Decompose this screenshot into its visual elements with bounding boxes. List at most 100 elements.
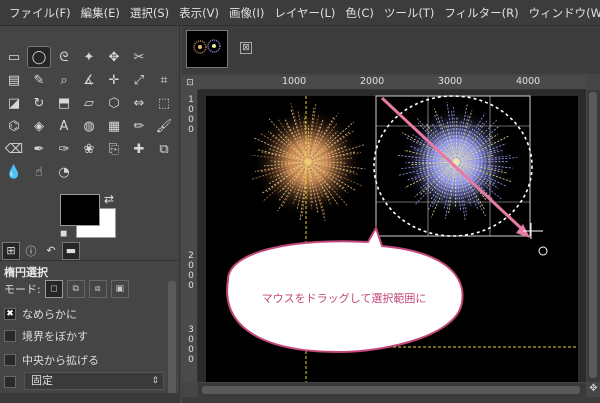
menu-item[interactable]: 色(C) [340,0,379,25]
heal-icon[interactable]: ✚ [127,138,151,160]
ellipse-select-icon[interactable]: ◯ [27,46,51,68]
tool-grid: ▭ ◯ ᘓ ✦ ✥ ✂ ▤ ✎ ⌕ ∡ ✛ ⤢ ⌗ ◪ ↻ ⬒ ▱ ⬡ ⇔ ⬚ ⌬ ◈ A ◍ ▦ ✏ 🖌 ⌫ ✒ ✑ ❀ ⎘ ✚ ⧉ 💧 ☝ ◔ [2,46,176,183]
ruler-label: 2000 [360,76,385,87]
flip-icon[interactable]: ⇔ [127,92,151,114]
foreground-color[interactable] [60,194,100,226]
foreground-select-icon[interactable]: ▤ [2,69,26,91]
menu-item[interactable]: 表示(V) [174,0,224,25]
cage-icon[interactable]: ⬚ [152,92,176,114]
status-bar [182,397,600,403]
fireworks-thumbnail-icon [193,39,221,54]
gradient-icon[interactable]: ▦ [102,115,126,137]
close-tab-icon[interactable]: ⊠ [240,42,252,54]
color-picker-icon[interactable]: ✎ [27,69,51,91]
mode-add-button[interactable]: ⧉ [66,280,85,298]
menu-item[interactable]: 画像(I) [224,0,269,25]
vertical-scrollbar-thumb[interactable] [589,92,597,378]
navigate-icon[interactable]: ✥ [587,383,600,397]
text-icon[interactable]: A [52,115,76,137]
perspective-icon[interactable]: ⬡ [102,92,126,114]
toolbox-bottom-strip [0,393,180,403]
menu-item[interactable]: ウィンドウ(W) [524,0,600,25]
zoom-icon[interactable]: ⌕ [52,69,76,91]
options-scrollbar[interactable] [168,281,176,399]
menu-item[interactable]: 編集(E) [76,0,125,25]
ruler-corner-button[interactable]: ⊡ [182,76,198,90]
clone-icon[interactable]: ⎘ [102,138,126,160]
fixed-checkbox[interactable] [4,376,16,388]
image-tabs: ⊠ [182,26,600,74]
blur-icon[interactable]: 💧 [2,161,26,183]
ruler-label: 1000 [282,76,307,87]
mode-label: モード: [4,283,41,296]
airbrush-icon[interactable]: ✒ [27,138,51,160]
scissors-icon[interactable]: ✂ [127,46,151,68]
blank [152,46,176,68]
warp-icon[interactable]: ⌬ [2,115,26,137]
canvas[interactable]: マウスをドラッグして選択範囲に [198,90,586,382]
shear-icon[interactable]: ▱ [77,92,101,114]
mode-intersect-button[interactable]: ▣ [110,280,129,298]
scale-icon[interactable]: ⬒ [52,92,76,114]
dodge-icon[interactable]: ◔ [52,161,76,183]
bucket-fill-icon[interactable]: ◍ [77,115,101,137]
crop-icon[interactable]: ⌗ [152,69,176,91]
reset-colors-icon[interactable]: ◼ [60,229,67,239]
transform-icon[interactable]: ⤢ [127,69,151,91]
ruler-label: 0 [188,335,194,345]
vertical-ruler[interactable]: 100020003000 [182,90,198,382]
callout-text: マウスをドラッグして選択範囲に [262,291,427,305]
image-thumbnail[interactable] [186,30,228,68]
align-icon[interactable]: ✛ [102,69,126,91]
images-icon[interactable]: ▬ [62,241,80,260]
image-canvas[interactable]: マウスをドラッグして選択範囲に [198,90,586,382]
expand-center-option[interactable]: 中央から拡げる [4,352,99,368]
chevron-down-icon: ⇕ [151,376,159,386]
dock-tabs: ⊞ ⓘ ↶ ▬ [0,241,180,261]
horizontal-scrollbar-thumb[interactable] [202,386,580,394]
vertical-scrollbar[interactable] [587,90,600,382]
handle-transform-icon[interactable]: ◈ [27,115,51,137]
expand-center-checkbox[interactable] [4,354,16,366]
paintbrush-icon[interactable]: 🖌 [152,115,176,137]
perspective-clone-icon[interactable]: ⧉ [152,138,176,160]
antialias-checkbox[interactable]: ✖ [4,308,16,320]
horizontal-scrollbar[interactable] [198,383,586,397]
menu-item[interactable]: 選択(S) [125,0,174,25]
antialias-label: なめらかに [22,308,77,321]
device-status-icon[interactable]: ⓘ [22,242,40,260]
feather-label: 境界をぼかす [22,330,88,343]
rotate-icon[interactable]: ↻ [27,92,51,114]
smudge-icon[interactable]: ☝ [27,161,51,183]
horizontal-ruler[interactable]: 1000 2000 3000 4000 [198,76,586,90]
fixed-label: 固定 [31,374,53,387]
feather-option[interactable]: 境界をぼかす [4,328,88,344]
menu-item[interactable]: レイヤー(L) [269,0,340,25]
menu-item[interactable]: ツール(T) [379,0,440,25]
ink-icon[interactable]: ✑ [52,138,76,160]
move-icon[interactable]: ✥ [102,46,126,68]
fixed-dropdown[interactable]: 固定 ⇕ [24,372,164,390]
mode-replace-button[interactable]: ◻ [44,280,63,298]
ruler-label: 1 [188,95,194,105]
ruler-label: 0 [188,261,194,271]
undo-history-icon[interactable]: ↶ [42,242,60,260]
unified-transform-icon[interactable]: ◪ [2,92,26,114]
rect-select-icon[interactable]: ▭ [2,46,26,68]
eraser-icon[interactable]: ⌫ [2,138,26,160]
menu-item[interactable]: フィルター(R) [439,0,523,25]
tool-options-icon[interactable]: ⊞ [2,241,20,260]
fixed-option[interactable] [4,376,16,388]
feather-checkbox[interactable] [4,330,16,342]
antialias-option[interactable]: ✖ なめらかに [4,306,77,322]
measure-icon[interactable]: ∡ [77,69,101,91]
mode-subtract-button[interactable]: ⧈ [88,280,107,298]
pencil-icon[interactable]: ✏ [127,115,151,137]
firework-glow [252,106,364,218]
ruler-label: 0 [188,281,194,291]
free-select-icon[interactable]: ᘓ [52,46,76,68]
mypaint-icon[interactable]: ❀ [77,138,101,160]
swap-colors-icon[interactable]: ⇄ [104,192,114,206]
menu-item[interactable]: ファイル(F) [4,0,76,25]
fuzzy-select-icon[interactable]: ✦ [77,46,101,68]
